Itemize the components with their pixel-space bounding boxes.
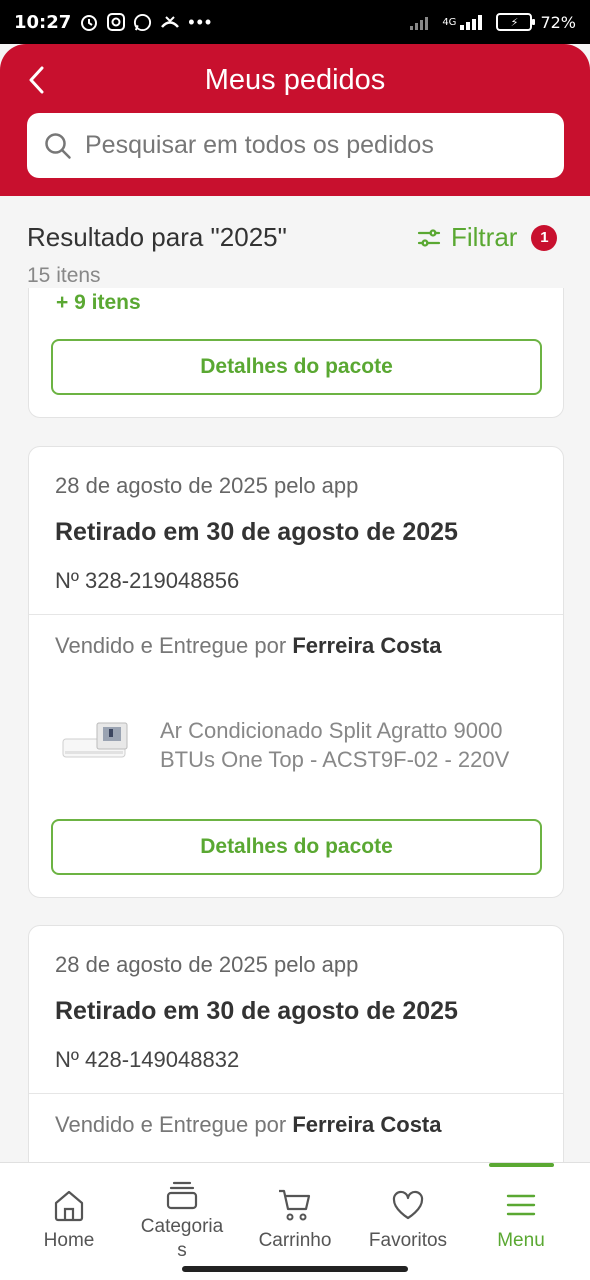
instagram-icon — [107, 13, 126, 31]
nav-favorites[interactable]: Favoritos — [349, 1163, 467, 1263]
status-bar: 10:27 ••• 4G ⚡ 72% — [0, 0, 590, 44]
nav-home[interactable]: Home — [10, 1163, 128, 1263]
signal-strong-icon — [460, 15, 483, 30]
missed-call-icon — [161, 16, 180, 28]
nav-cart[interactable]: Carrinho — [236, 1163, 354, 1263]
search-icon — [45, 132, 71, 159]
seller-name: Ferreira Costa — [292, 1112, 442, 1137]
battery-level: 72% — [540, 12, 576, 32]
nav-menu-label: Menu — [497, 1230, 545, 1251]
signal-weak-icon — [410, 17, 429, 30]
network-type: 4G — [442, 16, 457, 28]
seller-info: Vendido e Entregue por Ferreira Costa — [55, 1112, 442, 1138]
order-number: Nº 328-219048856 — [55, 568, 240, 593]
divider — [29, 1093, 563, 1094]
filter-label: Filtrar — [451, 222, 518, 252]
air-conditioner-product-image[interactable] — [61, 719, 131, 763]
more-notifications-icon: ••• — [188, 11, 214, 32]
result-label: Resultado para "2025" — [27, 222, 287, 252]
status-time: 10:27 — [14, 11, 72, 33]
search-bar[interactable] — [27, 113, 564, 178]
notification-icons: ••• — [79, 12, 213, 33]
product-name[interactable]: Ar Condicionado Split Agratto 9000 BTUs … — [160, 716, 540, 774]
order-card-partial: + 9 itens Detalhes do pacote — [28, 288, 564, 418]
seller-prefix: Vendido e Entregue por — [55, 1112, 287, 1137]
whatsapp-icon — [134, 13, 152, 31]
nav-categories[interactable]: Categoria s — [123, 1163, 241, 1263]
page-title: Meus pedidos — [204, 64, 386, 96]
package-details-button[interactable]: Detalhes do pacote — [51, 819, 542, 875]
order-card: 28 de agosto de 2025 pelo app Retirado e… — [28, 925, 564, 1185]
nav-favorites-label: Favoritos — [368, 1230, 448, 1251]
header: Meus pedidos — [0, 44, 590, 196]
nav-home-label: Home — [43, 1230, 95, 1251]
seller-prefix: Vendido e Entregue por — [55, 633, 287, 658]
divider — [29, 614, 563, 615]
seller-info: Vendido e Entregue por Ferreira Costa — [55, 633, 442, 659]
cart-icon — [279, 1189, 311, 1221]
order-card: 28 de agosto de 2025 pelo app Retirado e… — [28, 446, 564, 898]
bottom-navigation: Home Categoria s Carrinho Favoritos Menu — [0, 1162, 590, 1280]
order-number: Nº 428-149048832 — [55, 1047, 240, 1072]
filter-button[interactable]: Filtrar 1 — [417, 222, 558, 253]
home-indicator[interactable] — [182, 1266, 408, 1272]
item-count: 15 itens — [27, 264, 101, 287]
heart-icon — [392, 1190, 424, 1220]
order-date: 28 de agosto de 2025 pelo app — [55, 952, 359, 977]
filter-count-badge: 1 — [531, 224, 558, 251]
search-input[interactable] — [85, 131, 555, 160]
home-icon — [54, 1190, 84, 1222]
nav-menu[interactable]: Menu — [462, 1163, 580, 1263]
order-date: 28 de agosto de 2025 pelo app — [55, 473, 359, 498]
order-status: Retirado em 30 de agosto de 2025 — [55, 518, 458, 546]
battery-icon: ⚡ — [496, 13, 536, 31]
package-details-button[interactable]: Detalhes do pacote — [51, 339, 542, 395]
menu-icon — [506, 1194, 536, 1216]
nav-categories-label: Categoria s — [140, 1216, 224, 1261]
nav-cart-label: Carrinho — [258, 1230, 332, 1251]
categories-icon — [166, 1181, 198, 1210]
order-status: Retirado em 30 de agosto de 2025 — [55, 997, 458, 1025]
more-items-link[interactable]: + 9 itens — [56, 291, 141, 315]
seller-name: Ferreira Costa — [292, 633, 442, 658]
alarm-icon — [81, 15, 98, 31]
filter-sliders-icon — [417, 228, 441, 247]
